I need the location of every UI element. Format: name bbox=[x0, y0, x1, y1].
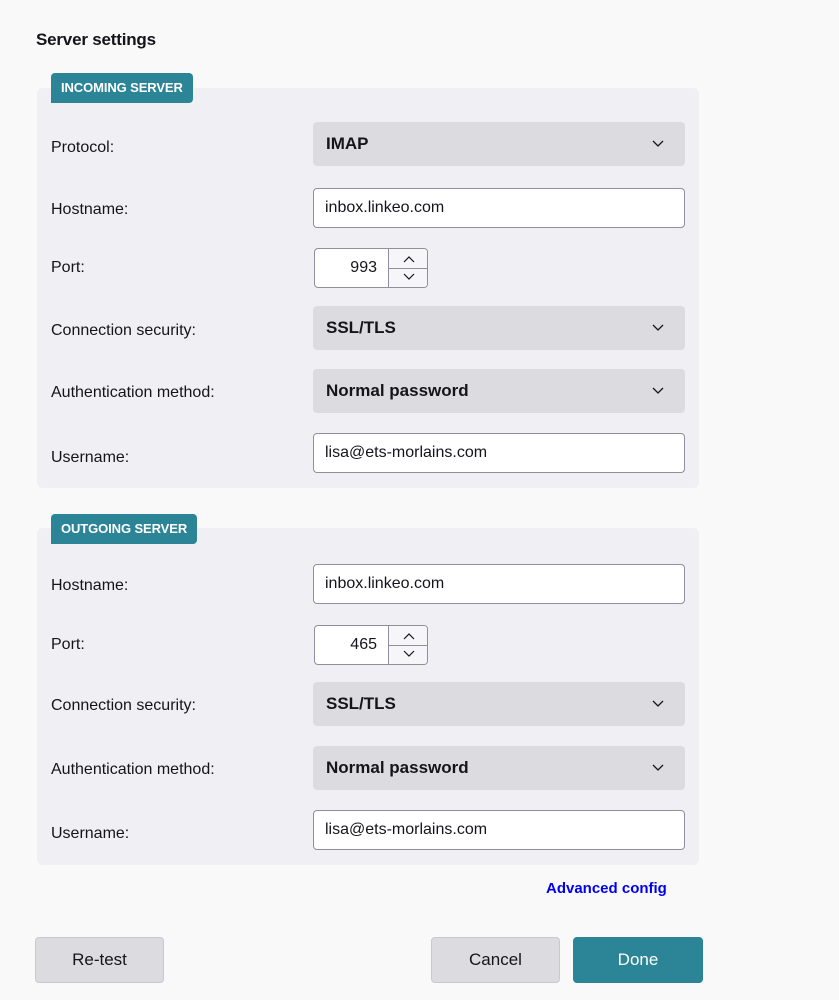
outgoing-username-label: Username: bbox=[51, 825, 130, 842]
outgoing-security-value: SSL/TLS bbox=[326, 694, 396, 713]
incoming-port-stepper[interactable]: 993 bbox=[314, 248, 428, 288]
outgoing-auth-value: Normal password bbox=[326, 758, 469, 777]
retest-button[interactable]: Re-test bbox=[35, 937, 164, 983]
incoming-port-label: Port: bbox=[51, 259, 85, 276]
outgoing-auth-label: Authentication method: bbox=[51, 761, 215, 778]
incoming-auth-value: Normal password bbox=[326, 381, 469, 400]
incoming-username-input[interactable] bbox=[313, 433, 685, 473]
outgoing-port-value[interactable]: 465 bbox=[315, 626, 387, 664]
chevron-down-icon bbox=[652, 140, 664, 147]
outgoing-port-increment[interactable] bbox=[389, 626, 427, 646]
incoming-hostname-label: Hostname: bbox=[51, 201, 129, 218]
incoming-username-label: Username: bbox=[51, 449, 130, 466]
chevron-down-icon bbox=[403, 650, 414, 657]
incoming-hostname-input[interactable] bbox=[313, 188, 685, 228]
outgoing-hostname-label: Hostname: bbox=[51, 577, 129, 594]
protocol-select-value: IMAP bbox=[326, 134, 369, 153]
outgoing-username-input[interactable] bbox=[313, 810, 685, 850]
outgoing-server-badge: OUTGOING SERVER bbox=[51, 514, 198, 544]
outgoing-auth-select[interactable]: Normal password bbox=[313, 746, 685, 790]
protocol-label: Protocol: bbox=[51, 139, 115, 156]
incoming-security-value: SSL/TLS bbox=[326, 318, 396, 337]
incoming-port-decrement[interactable] bbox=[389, 268, 427, 286]
outgoing-port-spin bbox=[388, 626, 427, 664]
chevron-up-icon bbox=[403, 632, 414, 639]
outgoing-port-stepper[interactable]: 465 bbox=[314, 625, 428, 665]
incoming-port-increment[interactable] bbox=[389, 249, 427, 269]
outgoing-hostname-input[interactable] bbox=[313, 564, 685, 604]
incoming-server-badge: INCOMING SERVER bbox=[51, 73, 193, 103]
incoming-port-value[interactable]: 993 bbox=[315, 249, 387, 287]
chevron-down-icon bbox=[652, 700, 664, 707]
chevron-down-icon bbox=[652, 324, 664, 331]
done-button[interactable]: Done bbox=[573, 937, 703, 983]
chevron-up-icon bbox=[403, 255, 414, 262]
incoming-security-label: Connection security: bbox=[51, 322, 196, 339]
advanced-config-link[interactable]: Advanced config bbox=[546, 880, 667, 897]
chevron-down-icon bbox=[652, 387, 664, 394]
outgoing-port-decrement[interactable] bbox=[389, 645, 427, 663]
chevron-down-icon bbox=[652, 764, 664, 771]
cancel-button[interactable]: Cancel bbox=[431, 937, 560, 983]
incoming-port-spin bbox=[388, 249, 427, 287]
outgoing-security-select[interactable]: SSL/TLS bbox=[313, 682, 685, 726]
protocol-select[interactable]: IMAP bbox=[313, 122, 685, 166]
incoming-security-select[interactable]: SSL/TLS bbox=[313, 306, 685, 350]
incoming-auth-select[interactable]: Normal password bbox=[313, 369, 685, 413]
outgoing-security-label: Connection security: bbox=[51, 697, 196, 714]
outgoing-port-label: Port: bbox=[51, 636, 85, 653]
page-title: Server settings bbox=[36, 30, 156, 49]
incoming-auth-label: Authentication method: bbox=[51, 384, 215, 401]
chevron-down-icon bbox=[403, 273, 414, 280]
